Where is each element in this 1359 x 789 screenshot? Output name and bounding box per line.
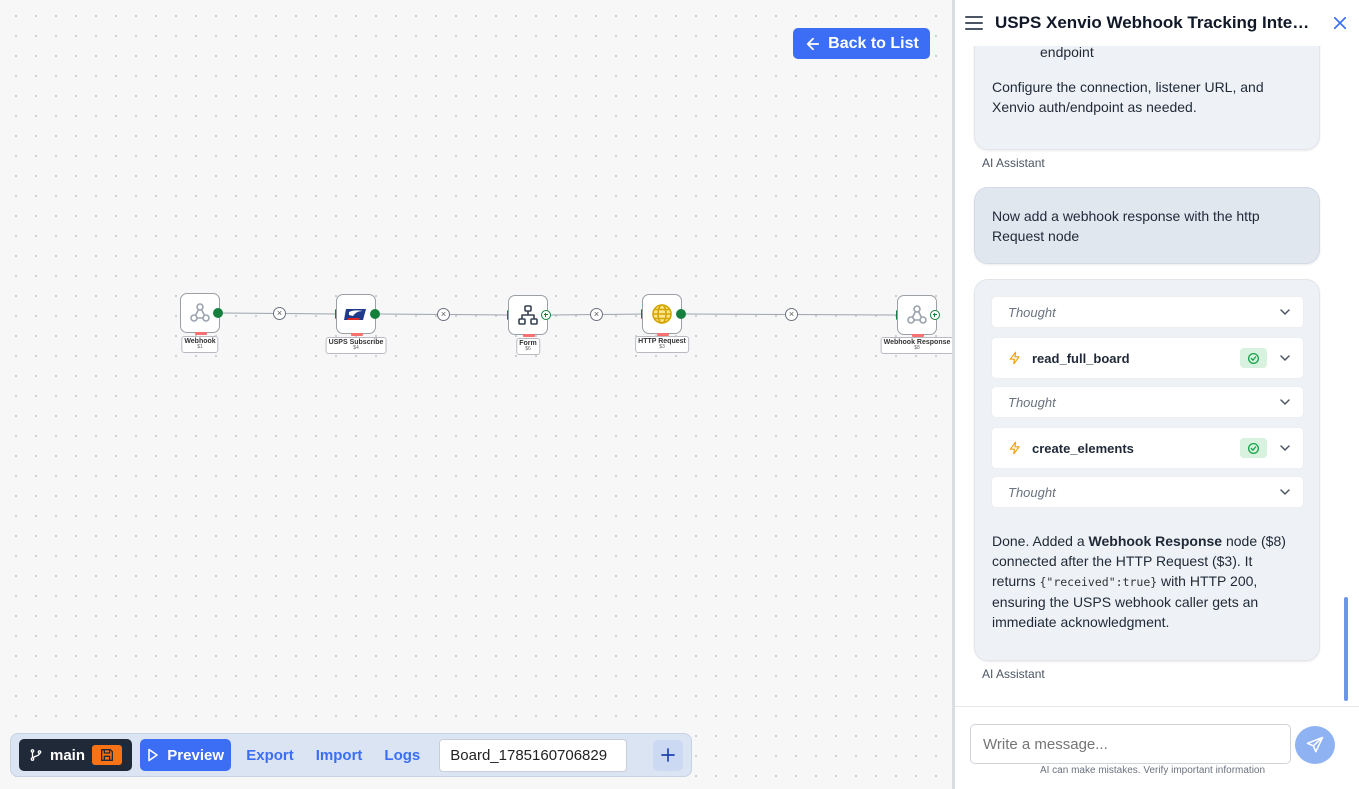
node-label-usps-subscribe: USPS Subscribe $4 [325, 337, 387, 354]
message-text: endpoint [1040, 46, 1094, 60]
webhook-icon [907, 305, 927, 324]
edge-delete-icon[interactable]: × [785, 308, 798, 321]
menu-icon[interactable] [965, 16, 983, 30]
save-button[interactable] [92, 745, 123, 765]
chevron-down-icon [1280, 309, 1290, 316]
chevron-down-icon [1280, 399, 1290, 406]
node-label-form: Form $6 [516, 338, 540, 355]
tool-call-row[interactable]: read_full_board [991, 337, 1304, 379]
git-branch-icon [30, 749, 42, 761]
workflow-canvas[interactable]: Back to List × × × × Webhook $1 USPS Subs… [0, 0, 952, 789]
ai-message: Thought read_full_board Thought create_e… [974, 279, 1320, 661]
board-name-input[interactable] [439, 738, 628, 772]
ai-assistant-panel: USPS Xenvio Webhook Tracking Integr... e… [955, 0, 1359, 789]
thought-row[interactable]: Thought [991, 296, 1304, 328]
branch-selector[interactable]: main [19, 739, 133, 771]
edge-delete-icon[interactable]: × [437, 308, 450, 321]
message-text: Now add a webhook response with the http… [992, 208, 1260, 244]
message-author: AI Assistant [982, 667, 1045, 681]
webhook-icon [190, 303, 210, 322]
send-button[interactable] [1295, 726, 1335, 764]
scrollbar-thumb[interactable] [1344, 597, 1348, 701]
success-badge [1240, 348, 1267, 368]
user-message: Now add a webhook response with the http… [974, 187, 1320, 264]
edge-delete-icon[interactable]: × [273, 307, 286, 320]
chevron-down-icon [1280, 489, 1290, 496]
message-list[interactable]: endpoint Configure the connection, liste… [955, 46, 1347, 706]
node-label-webhook-response: Webhook Response $8 [880, 337, 952, 354]
message-text: Done. Added a Webhook Response node ($8)… [992, 533, 1286, 630]
logs-link[interactable]: Logs [377, 747, 427, 764]
globe-icon [652, 304, 672, 324]
check-circle-icon [1247, 442, 1260, 454]
sitemap-icon [518, 305, 538, 325]
message-composer: AI can make mistakes. Verify important i… [955, 706, 1359, 789]
ai-message: endpoint Configure the connection, liste… [974, 46, 1320, 150]
chevron-down-icon [1280, 355, 1290, 362]
usps-eagle-icon [344, 309, 366, 320]
node-label-http-request: HTTP Request $3 [635, 336, 689, 353]
plus-icon [661, 748, 675, 762]
panel-title: USPS Xenvio Webhook Tracking Integr... [995, 13, 1313, 32]
check-circle-icon [1247, 352, 1260, 364]
add-node-button[interactable] [653, 739, 684, 771]
edges-layer [221, 312, 898, 316]
edge-delete-icon[interactable]: × [590, 308, 603, 321]
thought-row[interactable]: Thought [991, 476, 1304, 508]
branch-name: main [50, 746, 86, 764]
message-text: Configure the connection, listener URL, … [992, 79, 1264, 115]
ai-disclaimer: AI can make mistakes. Verify important i… [1039, 765, 1266, 776]
export-link[interactable]: Export [239, 747, 301, 764]
output-port[interactable] [676, 309, 686, 319]
close-icon[interactable] [1331, 14, 1349, 32]
output-port[interactable] [370, 309, 380, 319]
send-icon [1306, 736, 1324, 753]
import-link[interactable]: Import [309, 747, 370, 764]
preview-button[interactable]: Preview [140, 739, 232, 771]
output-port[interactable] [213, 308, 223, 318]
tool-call-row[interactable]: create_elements [991, 427, 1304, 469]
panel-header: USPS Xenvio Webhook Tracking Integr... [955, 0, 1359, 46]
chevron-down-icon [1280, 445, 1290, 452]
add-output-icon[interactable] [541, 310, 551, 320]
play-icon [148, 748, 159, 762]
lightning-icon [1009, 351, 1020, 365]
success-badge [1240, 438, 1267, 458]
lightning-icon [1009, 441, 1020, 455]
bottom-toolbar: main Preview Export Import Logs [10, 733, 692, 777]
message-input[interactable] [970, 724, 1291, 764]
thought-row[interactable]: Thought [991, 386, 1304, 418]
message-author: AI Assistant [982, 156, 1045, 170]
save-icon [101, 749, 114, 761]
node-label-webhook: Webhook $1 [181, 336, 219, 353]
add-output-icon[interactable] [930, 310, 940, 320]
